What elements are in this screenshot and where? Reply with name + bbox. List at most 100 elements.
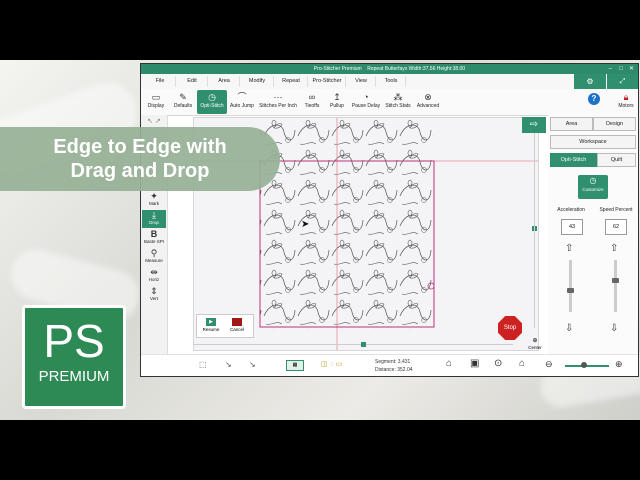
tool-defaults[interactable]: ✎ Defaults — [170, 90, 196, 114]
motors-button[interactable]: 🔒︎ Motors — [615, 91, 637, 113]
acceleration-label: Acceleration — [557, 207, 585, 213]
tool-drop[interactable]: ⤓ Drop — [142, 210, 166, 228]
zoom-out-arrow-icon[interactable]: ↘ — [225, 360, 232, 369]
pullup-icon: ↥ — [333, 92, 341, 102]
tab-area[interactable]: Area — [550, 117, 593, 131]
grid-icon[interactable]: ▦ — [286, 360, 304, 371]
zoom-slider[interactable] — [565, 365, 609, 367]
measure-icon: ⚲ — [150, 248, 158, 258]
tab-workspace[interactable]: Workspace — [550, 135, 636, 149]
menu-tools[interactable]: Tools — [377, 76, 406, 87]
tool-auto-jump[interactable]: ⌒ Auto Jump — [228, 90, 256, 114]
menu-edit[interactable]: Edit — [177, 76, 208, 87]
stitch-stats-icon: ⁂ — [393, 92, 403, 102]
layers-icon[interactable]: ◫ ◌ ▭ — [321, 360, 342, 368]
tab-design[interactable]: Design — [593, 117, 636, 131]
vertical-scrollbar[interactable] — [534, 128, 535, 328]
zoom-icon[interactable]: ⊙ — [494, 358, 502, 369]
tool-vert[interactable]: ⇕ Vert — [142, 286, 166, 304]
menu-bar: File Edit Area Modify Repeat Pro-Stitche… — [141, 74, 638, 90]
display-icon: ▭ — [151, 92, 161, 102]
select-arrow-icon[interactable]: ↖ ↗ — [142, 117, 166, 127]
lock-icon: 🔒︎ — [623, 92, 629, 102]
tool-tieoffs[interactable]: ∞ Tieoffs — [300, 90, 324, 114]
zoom-slider-thumb[interactable] — [581, 362, 587, 368]
acceleration-slider-thumb[interactable] — [567, 287, 574, 293]
select-icon[interactable]: ⬚ — [199, 360, 207, 369]
tab-opti-stitch[interactable]: Opti-Stitch — [550, 153, 597, 167]
stitch-readout: Segment: 3,431 Distance: 352.04 — [375, 358, 413, 374]
tool-stitch-stats[interactable]: ⁂ Stitch Stats — [383, 90, 413, 114]
expand-icon[interactable]: ⤢ — [607, 74, 638, 89]
banner-line-1: Edge to Edge with — [53, 136, 227, 158]
speed-percent-label: Speed Percent — [599, 207, 633, 213]
tab-quilt[interactable]: Quilt — [597, 153, 636, 167]
tool-advanced[interactable]: ⊗ Advanced — [414, 90, 442, 114]
menu-modify[interactable]: Modify — [241, 76, 274, 87]
horizontal-scroll-thumb[interactable] — [361, 342, 366, 347]
speed-percent-value[interactable]: 62 — [605, 219, 627, 235]
help-icon[interactable]: ? — [588, 93, 600, 105]
tool-pullup[interactable]: ↥ Pullup — [325, 90, 349, 114]
tool-baste-spi[interactable]: B Baste SPI — [142, 229, 166, 247]
pause-delay-icon: ◔ — [363, 92, 369, 102]
menu-file[interactable]: File — [145, 76, 176, 87]
customize-button[interactable]: ◷ Customize — [578, 175, 608, 199]
resume-button[interactable]: ▶ Resume — [200, 317, 222, 335]
menu-area[interactable]: Area — [209, 76, 240, 87]
settings-gear-icon[interactable]: ⚙ — [574, 74, 606, 89]
acceleration-up-icon[interactable]: ⇧ — [565, 243, 573, 254]
tool-stitches-per-inch[interactable]: ⋯ Stitches Per Inch — [257, 90, 299, 114]
home-sewing-icon[interactable]: ⌂ — [446, 358, 452, 369]
center-target-icon: ⊕ — [532, 338, 538, 344]
tool-mark[interactable]: ✦ Mark — [142, 191, 166, 209]
speed-slider-thumb[interactable] — [612, 277, 619, 283]
horiz-icon: ⇹ — [150, 267, 158, 277]
maximize-icon[interactable]: □ — [619, 64, 623, 74]
minimize-icon[interactable]: – — [609, 64, 612, 74]
baste-icon: B — [150, 229, 158, 239]
toolbar: ▭ Display ✎ Defaults ◷ Opti-Stitch ⌒ Auto Ju… — [141, 89, 638, 116]
clock-icon: ◷ — [589, 176, 597, 185]
logo-ps: PS — [43, 315, 105, 367]
tool-horiz[interactable]: ⇹ Horiz — [142, 267, 166, 285]
cancel-button[interactable]: Cancel — [226, 317, 248, 335]
acceleration-down-icon[interactable]: ⇩ — [565, 323, 573, 334]
status-bar: ⬚ ↘ ↘ ▦ ◫ ◌ ▭ Segment: 3,431 Distance: 3… — [141, 354, 638, 376]
menu-view[interactable]: View — [347, 76, 376, 87]
zoom-in-icon[interactable]: ⊕ — [615, 359, 623, 370]
zoom-out-icon[interactable]: ⊖ — [545, 359, 553, 370]
title-bar: Pro-Stitcher Premium Repeat Butterfays W… — [141, 64, 638, 74]
advanced-icon: ⊗ — [424, 92, 432, 102]
defaults-icon: ✎ — [179, 92, 187, 102]
logo-premium: PREMIUM — [38, 368, 110, 385]
mouse-cursor-icon: ➤ — [301, 219, 310, 230]
window-title: Pro-Stitcher Premium — [313, 66, 362, 72]
speed-slider[interactable] — [614, 260, 617, 312]
banner-line-2: Drag and Drop — [70, 160, 210, 182]
acceleration-value[interactable]: 43 — [561, 219, 583, 235]
tool-pause-delay[interactable]: ◔ Pause Delay — [350, 90, 382, 114]
spi-icon: ⋯ — [273, 92, 283, 102]
speed-down-icon[interactable]: ⇩ — [610, 323, 618, 334]
distance-value: Distance: 352.04 — [375, 367, 413, 373]
center-button[interactable]: ⊕ Center — [524, 337, 546, 352]
app-window: Pro-Stitcher Premium Repeat Butterfays W… — [140, 63, 639, 377]
arrow-right-icon[interactable]: ⇨ — [522, 117, 546, 133]
tieoffs-icon: ∞ — [308, 92, 316, 102]
speed-up-icon[interactable]: ⇧ — [610, 243, 618, 254]
tool-display[interactable]: ▭ Display — [143, 90, 169, 114]
pan-arrow-icon[interactable]: ↘ — [249, 360, 256, 369]
menu-repeat[interactable]: Repeat — [275, 76, 308, 87]
stop-square-icon — [232, 318, 242, 326]
menu-pro-stitcher[interactable]: Pro-Stitcher — [309, 76, 346, 87]
horizontal-scrollbar[interactable] — [193, 344, 513, 345]
image-icon[interactable]: ▣ — [470, 358, 479, 369]
tool-opti-stitch[interactable]: ◷ Opti-Stitch — [197, 90, 227, 114]
machine-icon[interactable]: ⌂ — [519, 358, 525, 369]
acceleration-slider[interactable] — [569, 260, 572, 312]
opti-stitch-icon: ◷ — [208, 92, 216, 102]
close-icon[interactable]: ✕ — [629, 64, 634, 74]
play-icon: ▶ — [206, 318, 216, 326]
tool-measure[interactable]: ⚲ Measure — [142, 248, 166, 266]
